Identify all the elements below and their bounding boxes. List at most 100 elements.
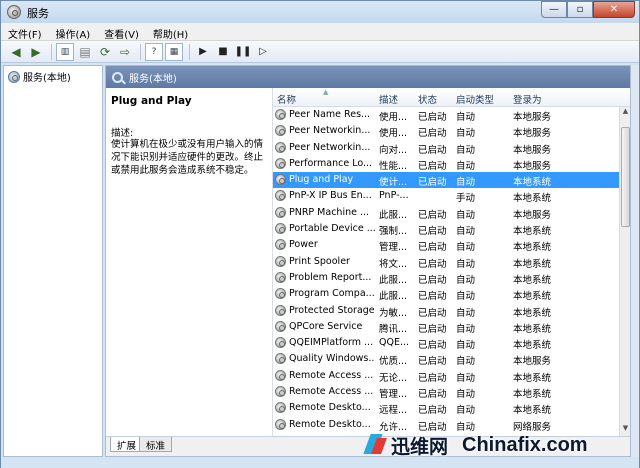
vertical-scrollbar[interactable]: ▲ ▼ <box>619 107 630 436</box>
service-logon-as: 本地系统 <box>513 193 552 205</box>
table-row[interactable]: QQEIMPlatform ... QQE... 已启动 自动 本地系统 <box>273 335 619 351</box>
service-logon-as: 本地系统 <box>513 242 552 254</box>
service-startup-type: 自动 <box>456 242 476 254</box>
service-logon-as: 本地系统 <box>513 291 552 303</box>
table-row[interactable]: Peer Name Res... 使用... 已启动 自动 本地服务 <box>273 107 619 123</box>
service-description: 使用... <box>379 128 408 140</box>
service-gear-icon <box>275 337 286 349</box>
service-status: 已启动 <box>418 226 447 238</box>
window-controls: — ▫ ✕ <box>541 1 635 19</box>
scroll-down-arrow-icon[interactable]: ▼ <box>620 424 630 436</box>
service-gear-icon <box>275 255 286 267</box>
table-row[interactable]: PNRP Machine ... 此服... 已启动 自动 本地服务 <box>273 205 619 221</box>
service-logon-as: 本地系统 <box>513 307 552 319</box>
service-description: 无论... <box>379 372 408 384</box>
service-startup-type: 自动 <box>456 144 476 156</box>
export-list-icon[interactable]: ⇨ <box>116 43 134 61</box>
table-row[interactable]: Peer Networkin... 使用... 已启动 自动 本地服务 <box>273 123 619 139</box>
menu-action[interactable]: 操作(A) <box>49 23 98 41</box>
service-name: Plug and Play <box>289 174 354 186</box>
watermark-cn: 迅维网 <box>391 435 449 458</box>
table-row[interactable]: Remote Access ... 无论... 已启动 自动 本地系统 <box>273 368 619 384</box>
table-row[interactable]: Remote Deskto... 远程... 已启动 自动 本地系统 <box>273 400 619 416</box>
service-name: Remote Access ... <box>289 386 374 398</box>
table-row[interactable]: Performance Lo... 性能... 已启动 自动 本地服务 <box>273 156 619 172</box>
help-icon[interactable]: ? <box>145 42 163 61</box>
back-arrow-icon[interactable]: ◀ <box>7 43 25 61</box>
table-row[interactable]: Power 管理... 已启动 自动 本地系统 <box>273 237 619 253</box>
properties-icon[interactable]: ▤ <box>76 43 94 61</box>
toolbar: ◀ ▶ ▥ ▤ ⟳ ⇨ ? ▦ ▶ ■ ❚❚ ▷ <box>1 41 639 63</box>
service-name-cell: Peer Networkin... <box>275 141 375 153</box>
service-gear-icon <box>275 402 286 414</box>
table-row[interactable]: Quality Windows... 优质... 已启动 自动 本地服务 <box>273 351 619 367</box>
service-logon-as: 本地系统 <box>513 323 552 335</box>
service-description: 管理... <box>379 389 408 401</box>
table-row[interactable]: Plug and Play 使计... 已启动 自动 本地系统 <box>273 172 619 189</box>
service-name: PnP-X IP Bus En... <box>289 190 372 202</box>
table-row[interactable]: Print Spooler 将文... 已启动 自动 本地系统 <box>273 254 619 270</box>
service-name: Program Compa... <box>289 288 375 300</box>
service-startup-type: 手动 <box>456 193 476 205</box>
refresh-icon[interactable]: ⟳ <box>96 43 114 61</box>
service-status: 已启动 <box>418 128 447 140</box>
title-bar[interactable]: 服务 — ▫ ✕ <box>1 1 639 23</box>
table-row[interactable]: Portable Device ... 强制... 已启动 自动 本地系统 <box>273 221 619 237</box>
table-row[interactable]: Program Compa... 此服... 已启动 自动 本地系统 <box>273 286 619 302</box>
stop-service-icon[interactable]: ■ <box>214 43 232 61</box>
pane-header: 服务(本地) <box>106 66 630 88</box>
service-detail-title: Plug and Play <box>111 95 192 107</box>
service-status: 已启动 <box>418 307 447 319</box>
service-description: 强制... <box>379 226 408 238</box>
menu-help[interactable]: 帮助(H) <box>146 23 195 41</box>
start-service-icon[interactable]: ▶ <box>194 43 212 61</box>
service-description: 使用... <box>379 112 408 123</box>
pause-service-icon[interactable]: ❚❚ <box>234 43 252 61</box>
column-header-name[interactable]: 名称 <box>277 92 296 106</box>
service-startup-type: 自动 <box>456 323 476 335</box>
scroll-up-arrow-icon[interactable]: ▲ <box>620 107 630 119</box>
table-row[interactable]: PnP-X IP Bus En... PnP-... 手动 本地系统 <box>273 188 619 204</box>
table-row[interactable]: Peer Networkin... 向对... 已启动 自动 本地服务 <box>273 140 619 156</box>
service-gear-icon <box>275 418 286 430</box>
menu-file[interactable]: 文件(F) <box>1 23 49 41</box>
table-row[interactable]: Problem Report... 此服... 已启动 自动 本地系统 <box>273 270 619 286</box>
close-button[interactable]: ✕ <box>593 1 635 18</box>
action-pane-icon[interactable]: ▦ <box>165 42 183 61</box>
service-status: 已启动 <box>418 209 447 221</box>
minimize-button[interactable]: — <box>541 1 567 18</box>
menu-view[interactable]: 查看(V) <box>97 23 146 41</box>
service-name: Quality Windows... <box>289 353 375 365</box>
service-status: 已启动 <box>418 323 447 335</box>
service-description: 性能... <box>379 160 408 172</box>
service-description: 使计... <box>379 177 408 189</box>
service-gear-icon <box>275 288 286 300</box>
column-header-description[interactable]: 描述 <box>379 92 398 106</box>
services-pane: 服务(本地) Plug and Play 描述: 使计算机在极少或没有用户输入的… <box>105 65 631 457</box>
service-gear-icon <box>275 190 286 202</box>
maximize-button[interactable]: ▫ <box>567 1 593 18</box>
tree-item-services-local[interactable]: 服务(本地) <box>8 69 71 84</box>
column-header-status[interactable]: 状态 <box>418 92 437 106</box>
service-name: Peer Networkin... <box>289 125 371 137</box>
table-row[interactable]: Remote Access ... 管理... 已启动 自动 本地系统 <box>273 384 619 400</box>
forward-arrow-icon[interactable]: ▶ <box>27 43 45 61</box>
service-logon-as: 本地系统 <box>513 177 552 189</box>
service-logon-as: 本地系统 <box>513 405 552 417</box>
table-row[interactable]: Protected Storage 为敏... 已启动 自动 本地系统 <box>273 303 619 319</box>
tab-standard[interactable]: 标准 <box>139 437 173 452</box>
console-tree-icon[interactable]: ▥ <box>56 42 74 61</box>
watermark-logo-icon <box>365 432 387 458</box>
restart-service-icon[interactable]: ▷ <box>254 43 272 61</box>
column-header-startup-type[interactable]: 启动类型 <box>456 92 494 106</box>
service-name-cell: PnP-X IP Bus En... <box>275 190 375 202</box>
service-startup-type: 自动 <box>456 160 476 172</box>
service-name-cell: Power <box>275 239 375 251</box>
service-startup-type: 自动 <box>456 291 476 303</box>
service-startup-type: 自动 <box>456 226 476 238</box>
scrollbar-thumb[interactable] <box>621 127 630 227</box>
service-logon-as: 本地服务 <box>513 112 552 123</box>
table-row[interactable]: QPCore Service 腾讯... 已启动 自动 本地系统 <box>273 319 619 335</box>
column-header-row: 名称 ▲ 描述 状态 启动类型 登录为 <box>273 88 630 107</box>
column-header-logon-as[interactable]: 登录为 <box>513 92 542 106</box>
